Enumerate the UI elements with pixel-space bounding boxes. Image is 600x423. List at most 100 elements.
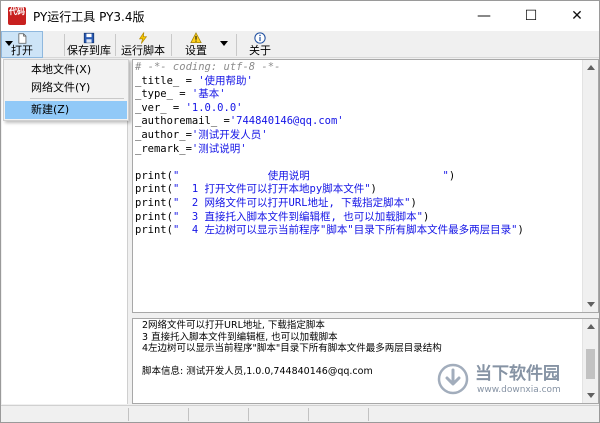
- status-cell: [249, 408, 309, 421]
- settings-label: 设置: [185, 44, 207, 57]
- code-string: '测试说明': [191, 142, 247, 155]
- code-token: print(: [135, 183, 173, 196]
- code-string: " 1 打开文件可以打开本地py脚本文件": [172, 183, 371, 196]
- save-to-library-button[interactable]: 保存到库: [67, 31, 111, 58]
- code-token: _title_ =: [135, 74, 199, 87]
- code-string: '1.0.0.0': [185, 101, 243, 114]
- menu-item-network-file[interactable]: 网络文件(Y): [5, 79, 127, 97]
- scroll-up-icon[interactable]: [587, 65, 595, 70]
- code-string: " 2 网络文件可以打开URL地址, 下载指定脚本": [172, 196, 411, 209]
- chevron-down-icon: [220, 41, 228, 46]
- open-dropdown-menu: 本地文件(X) 网络文件(Y) 新建(Z): [3, 59, 129, 121]
- code-token: _type_ =: [135, 88, 192, 101]
- save-label: 保存到库: [67, 44, 111, 57]
- scroll-down-icon[interactable]: [587, 302, 595, 307]
- menu-separator: [30, 98, 124, 99]
- new-file-icon: [18, 33, 27, 44]
- code-token: ): [410, 196, 417, 209]
- menu-item-new[interactable]: 新建(Z): [5, 101, 127, 119]
- toolbar: 打开 保存到库 运行脚本 设置 关于: [1, 31, 599, 58]
- code-text[interactable]: # -*- coding: utf-8 -*- _title_ = '使用帮助' _…: [135, 61, 583, 238]
- toolbar-separator: [236, 34, 237, 56]
- code-line: print(" 2 网络文件可以打开URL地址, 下载指定脚本"): [135, 197, 583, 211]
- code-token: ): [423, 210, 430, 223]
- code-token: print(: [135, 224, 173, 237]
- about-label: 关于: [249, 44, 271, 57]
- code-line: print(" 1 打开文件可以打开本地py脚本文件"): [135, 183, 583, 197]
- lightning-icon: [138, 32, 148, 44]
- open-label: 打开: [11, 44, 33, 57]
- toolbar-separator: [171, 34, 172, 56]
- code-line: _author_='测试开发人员': [135, 129, 583, 143]
- code-editor[interactable]: # -*- coding: utf-8 -*- _title_ = '使用帮助' _…: [132, 59, 599, 313]
- code-line: print(" 3 直接托入脚本文件到编辑框, 也可以加载脚本"): [135, 211, 583, 225]
- code-line: print(" 4 左边树可以显示当前程序"脚本"目录下所有脚本文件最多两层目录…: [135, 224, 583, 238]
- output-line: 3 直接托入脚本文件到编辑框, 也可以加载脚本: [142, 331, 338, 343]
- settings-button[interactable]: 设置: [178, 31, 214, 58]
- code-token: _authoremail_ =: [135, 115, 230, 128]
- maximize-icon: ☐: [524, 8, 538, 24]
- output-text: 2网络文件可以打开URL地址, 下载指定脚本 3 直接托入脚本文件到编辑框, 也可…: [142, 320, 442, 378]
- code-string: '基本': [191, 88, 226, 101]
- code-string: '744840146@qq.com': [229, 115, 344, 128]
- code-string: " 3 直接托入脚本文件到编辑框, 也可以加载脚本": [172, 210, 424, 223]
- menu-item-local-file[interactable]: 本地文件(X): [5, 61, 127, 79]
- code-token: print(: [135, 210, 173, 223]
- code-comment: # -*- coding: utf-8 -*-: [135, 61, 281, 73]
- code-token: ): [517, 224, 524, 237]
- code-string: '使用帮助': [198, 74, 253, 87]
- code-line: _type_ = '基本': [135, 88, 583, 102]
- chevron-down-icon: [5, 41, 13, 46]
- code-token: print(: [135, 196, 173, 209]
- maximize-button[interactable]: ☐: [508, 1, 554, 31]
- output-line: 4左边树可以显示当前程序"脚本"目录下所有脚本文件最多两层目录结构: [142, 343, 442, 355]
- close-icon: ✕: [571, 8, 583, 24]
- editor-vertical-scrollbar[interactable]: [582, 60, 598, 312]
- code-line: _title_ = '使用帮助': [135, 75, 583, 89]
- download-site-logo-icon: [437, 363, 469, 395]
- run-label: 运行脚本: [121, 44, 165, 57]
- run-script-button[interactable]: 运行脚本: [120, 31, 166, 58]
- code-token: _ver_ =: [135, 101, 186, 114]
- watermark: 当下软件园 www.downxia.com: [437, 363, 595, 401]
- code-token: ): [448, 169, 456, 182]
- code-string: " 使用说明 ": [172, 169, 449, 182]
- floppy-disk-icon: [83, 32, 95, 44]
- code-token: _remark_=: [135, 142, 192, 155]
- title-bar[interactable]: 代码 PY运行工具 PY3.4版 — ☐ ✕: [1, 1, 599, 31]
- status-cell: [129, 408, 189, 421]
- toolbar-separator: [64, 34, 65, 56]
- minimize-button[interactable]: —: [461, 1, 507, 31]
- close-button[interactable]: ✕: [554, 1, 600, 31]
- code-line: _authoremail_ ='744840146@qq.com': [135, 115, 583, 129]
- code-string: '测试开发人员': [191, 128, 268, 141]
- watermark-text: 当下软件园: [475, 364, 560, 384]
- about-button[interactable]: 关于: [242, 31, 278, 58]
- status-cell: [1, 408, 129, 421]
- code-token: ): [370, 183, 377, 196]
- code-string: " 4 左边树可以显示当前程序"脚本"目录下所有脚本文件最多两层目录": [172, 224, 518, 237]
- window-title: PY运行工具 PY3.4版: [33, 10, 145, 24]
- status-bar: [1, 405, 599, 422]
- watermark-url: www.downxia.com: [477, 385, 561, 395]
- settings-dropdown-button[interactable]: [217, 31, 231, 58]
- code-token: _author_=: [135, 128, 192, 141]
- app-window: 代码 PY运行工具 PY3.4版 — ☐ ✕ 打开 保存到库 运行脚本 设置 关…: [0, 0, 600, 423]
- output-line: 脚本信息: 测试开发人员,1.0.0,744840146@qq.com: [142, 366, 373, 378]
- minimize-icon: —: [477, 8, 491, 24]
- scroll-up-icon[interactable]: [587, 324, 595, 329]
- code-line: # -*- coding: utf-8 -*-: [135, 61, 583, 75]
- toolbar-separator: [115, 34, 116, 56]
- code-line: _ver_ = '1.0.0.0': [135, 102, 583, 116]
- info-icon: [254, 32, 266, 44]
- code-token: print(: [135, 169, 173, 182]
- output-line: 2网络文件可以打开URL地址, 下载指定脚本: [142, 320, 325, 331]
- code-line: _remark_='测试说明': [135, 143, 583, 157]
- app-icon: 代码: [8, 7, 26, 25]
- code-line: print(" 使用说明 "): [135, 170, 583, 184]
- status-cell: [309, 408, 369, 421]
- warning-icon: [190, 32, 202, 44]
- status-cell: [189, 408, 249, 421]
